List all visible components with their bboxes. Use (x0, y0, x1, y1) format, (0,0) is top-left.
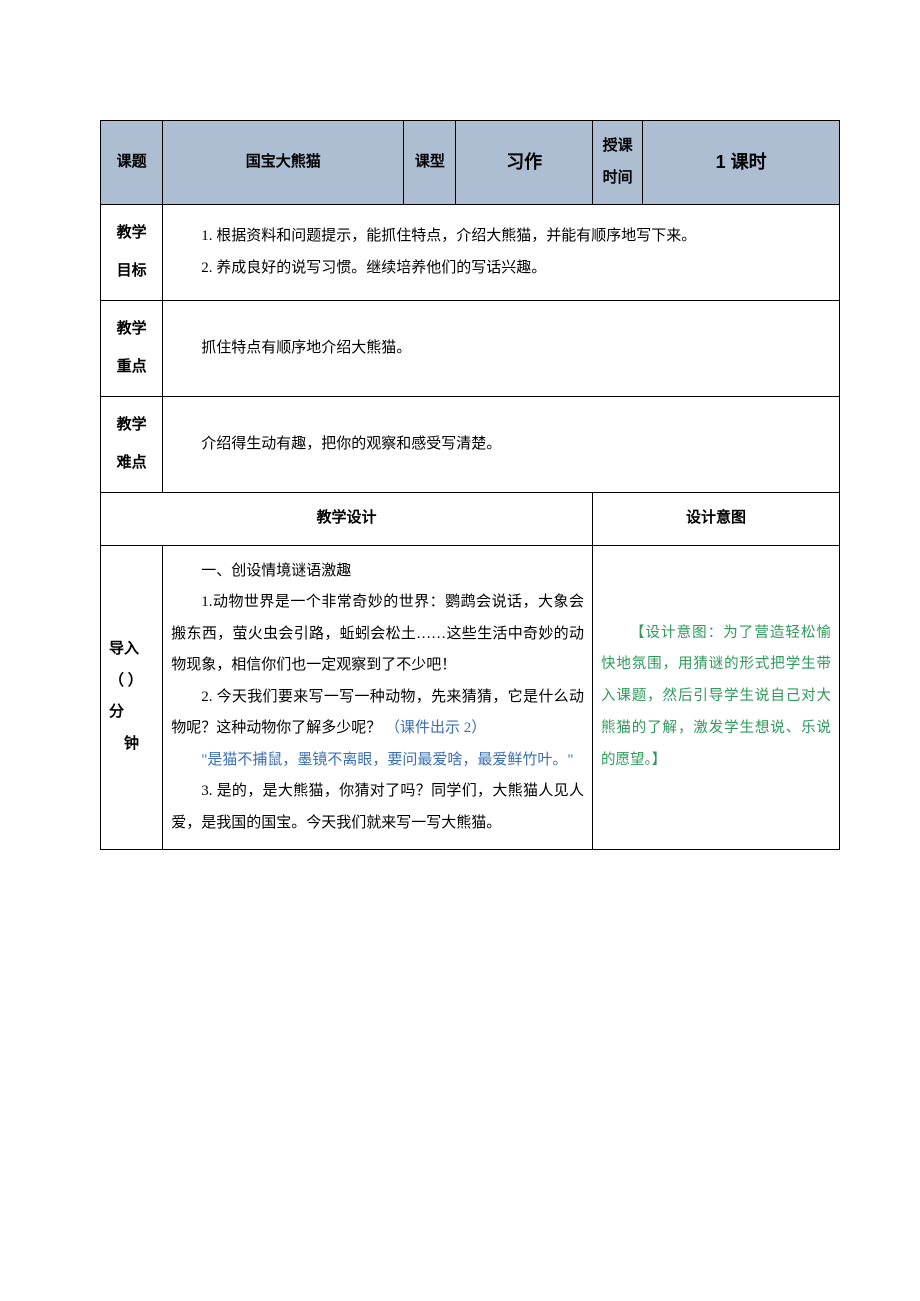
goals-line1: 1. 根据资料和问题提示，能抓住特点，介绍大熊猫，并能有顺序地写下来。 (171, 221, 831, 253)
stage-line2: （ ）分 (109, 666, 154, 729)
header-row: 课题 国宝大熊猫 课型 习作 授课 时间 1 课时 (101, 121, 840, 205)
difficulty-row: 教学 难点 介绍得生动有趣，把你的观察和感受写清楚。 (101, 397, 840, 493)
main-row: 导入 （ ）分 钟 一、创设情境谜语激趣 1.动物世界是一个非常奇妙的世界：鹦鹉… (101, 545, 840, 850)
type-value: 习作 (456, 121, 593, 205)
body-p1: 1.动物世界是一个非常奇妙的世界：鹦鹉会说话，大象会搬东西，萤火虫会引路，蚯蚓会… (171, 587, 584, 682)
courseware-note: （课件出示 2） (385, 720, 486, 736)
topic-value: 国宝大熊猫 (163, 121, 404, 205)
type-label: 课型 (404, 121, 456, 205)
intent-header: 设计意图 (592, 493, 839, 546)
goals-content: 1. 根据资料和问题提示，能抓住特点，介绍大熊猫，并能有顺序地写下来。 2. 养… (163, 205, 840, 301)
goals-label: 教学 目标 (101, 205, 163, 301)
time-label-1: 授课 (601, 131, 634, 163)
difficulty-text: 介绍得生动有趣，把你的观察和感受写清楚。 (171, 429, 831, 461)
stage-line3: 钟 (109, 729, 154, 761)
lesson-body: 一、创设情境谜语激趣 1.动物世界是一个非常奇妙的世界：鹦鹉会说话，大象会搬东西… (163, 545, 593, 850)
intent-cell: 【设计意图：为了营造轻松愉快地氛围，用猜谜的形式把学生带入课题，然后引导学生说自… (592, 545, 839, 850)
stage-line1: 导入 (109, 634, 154, 666)
goals-line2: 2. 养成良好的说写习惯。继续培养他们的写话兴趣。 (171, 253, 831, 285)
goals-row: 教学 目标 1. 根据资料和问题提示，能抓住特点，介绍大熊猫，并能有顺序地写下来… (101, 205, 840, 301)
intent-text: 【设计意图：为了营造轻松愉快地氛围，用猜谜的形式把学生带入课题，然后引导学生说自… (601, 618, 831, 777)
body-p2: 2. 今天我们要来写一写一种动物，先来猜猜，它是什么动物呢？这种动物你了解多少呢… (171, 682, 584, 745)
focus-text: 抓住特点有顺序地介绍大熊猫。 (171, 333, 831, 365)
stage-label: 导入 （ ）分 钟 (101, 545, 163, 850)
time-value: 1 课时 (643, 121, 840, 205)
time-label-2: 时间 (601, 163, 634, 195)
design-header: 教学设计 (101, 493, 593, 546)
body-heading: 一、创设情境谜语激趣 (171, 556, 584, 588)
difficulty-content: 介绍得生动有趣，把你的观察和感受写清楚。 (163, 397, 840, 493)
focus-content: 抓住特点有顺序地介绍大熊猫。 (163, 301, 840, 397)
body-p2a: 2. 今天我们要来写一写一种动物，先来猜猜，它是什么动物呢？这种动物你了解多少呢… (171, 689, 584, 737)
difficulty-label: 教学 难点 (101, 397, 163, 493)
lesson-plan-table: 课题 国宝大熊猫 课型 习作 授课 时间 1 课时 教学 目标 1. 根据资料和… (100, 120, 840, 850)
section-header-row: 教学设计 设计意图 (101, 493, 840, 546)
topic-label: 课题 (101, 121, 163, 205)
body-p3: 3. 是的，是大熊猫，你猜对了吗？同学们，大熊猫人见人爱，是我国的国宝。今天我们… (171, 776, 584, 839)
focus-row: 教学 重点 抓住特点有顺序地介绍大熊猫。 (101, 301, 840, 397)
focus-label: 教学 重点 (101, 301, 163, 397)
time-label: 授课 时间 (592, 121, 642, 205)
riddle-quote: "是猫不捕鼠，墨镜不离眼，要问最爱啥，最爱鲜竹叶。" (171, 745, 584, 777)
